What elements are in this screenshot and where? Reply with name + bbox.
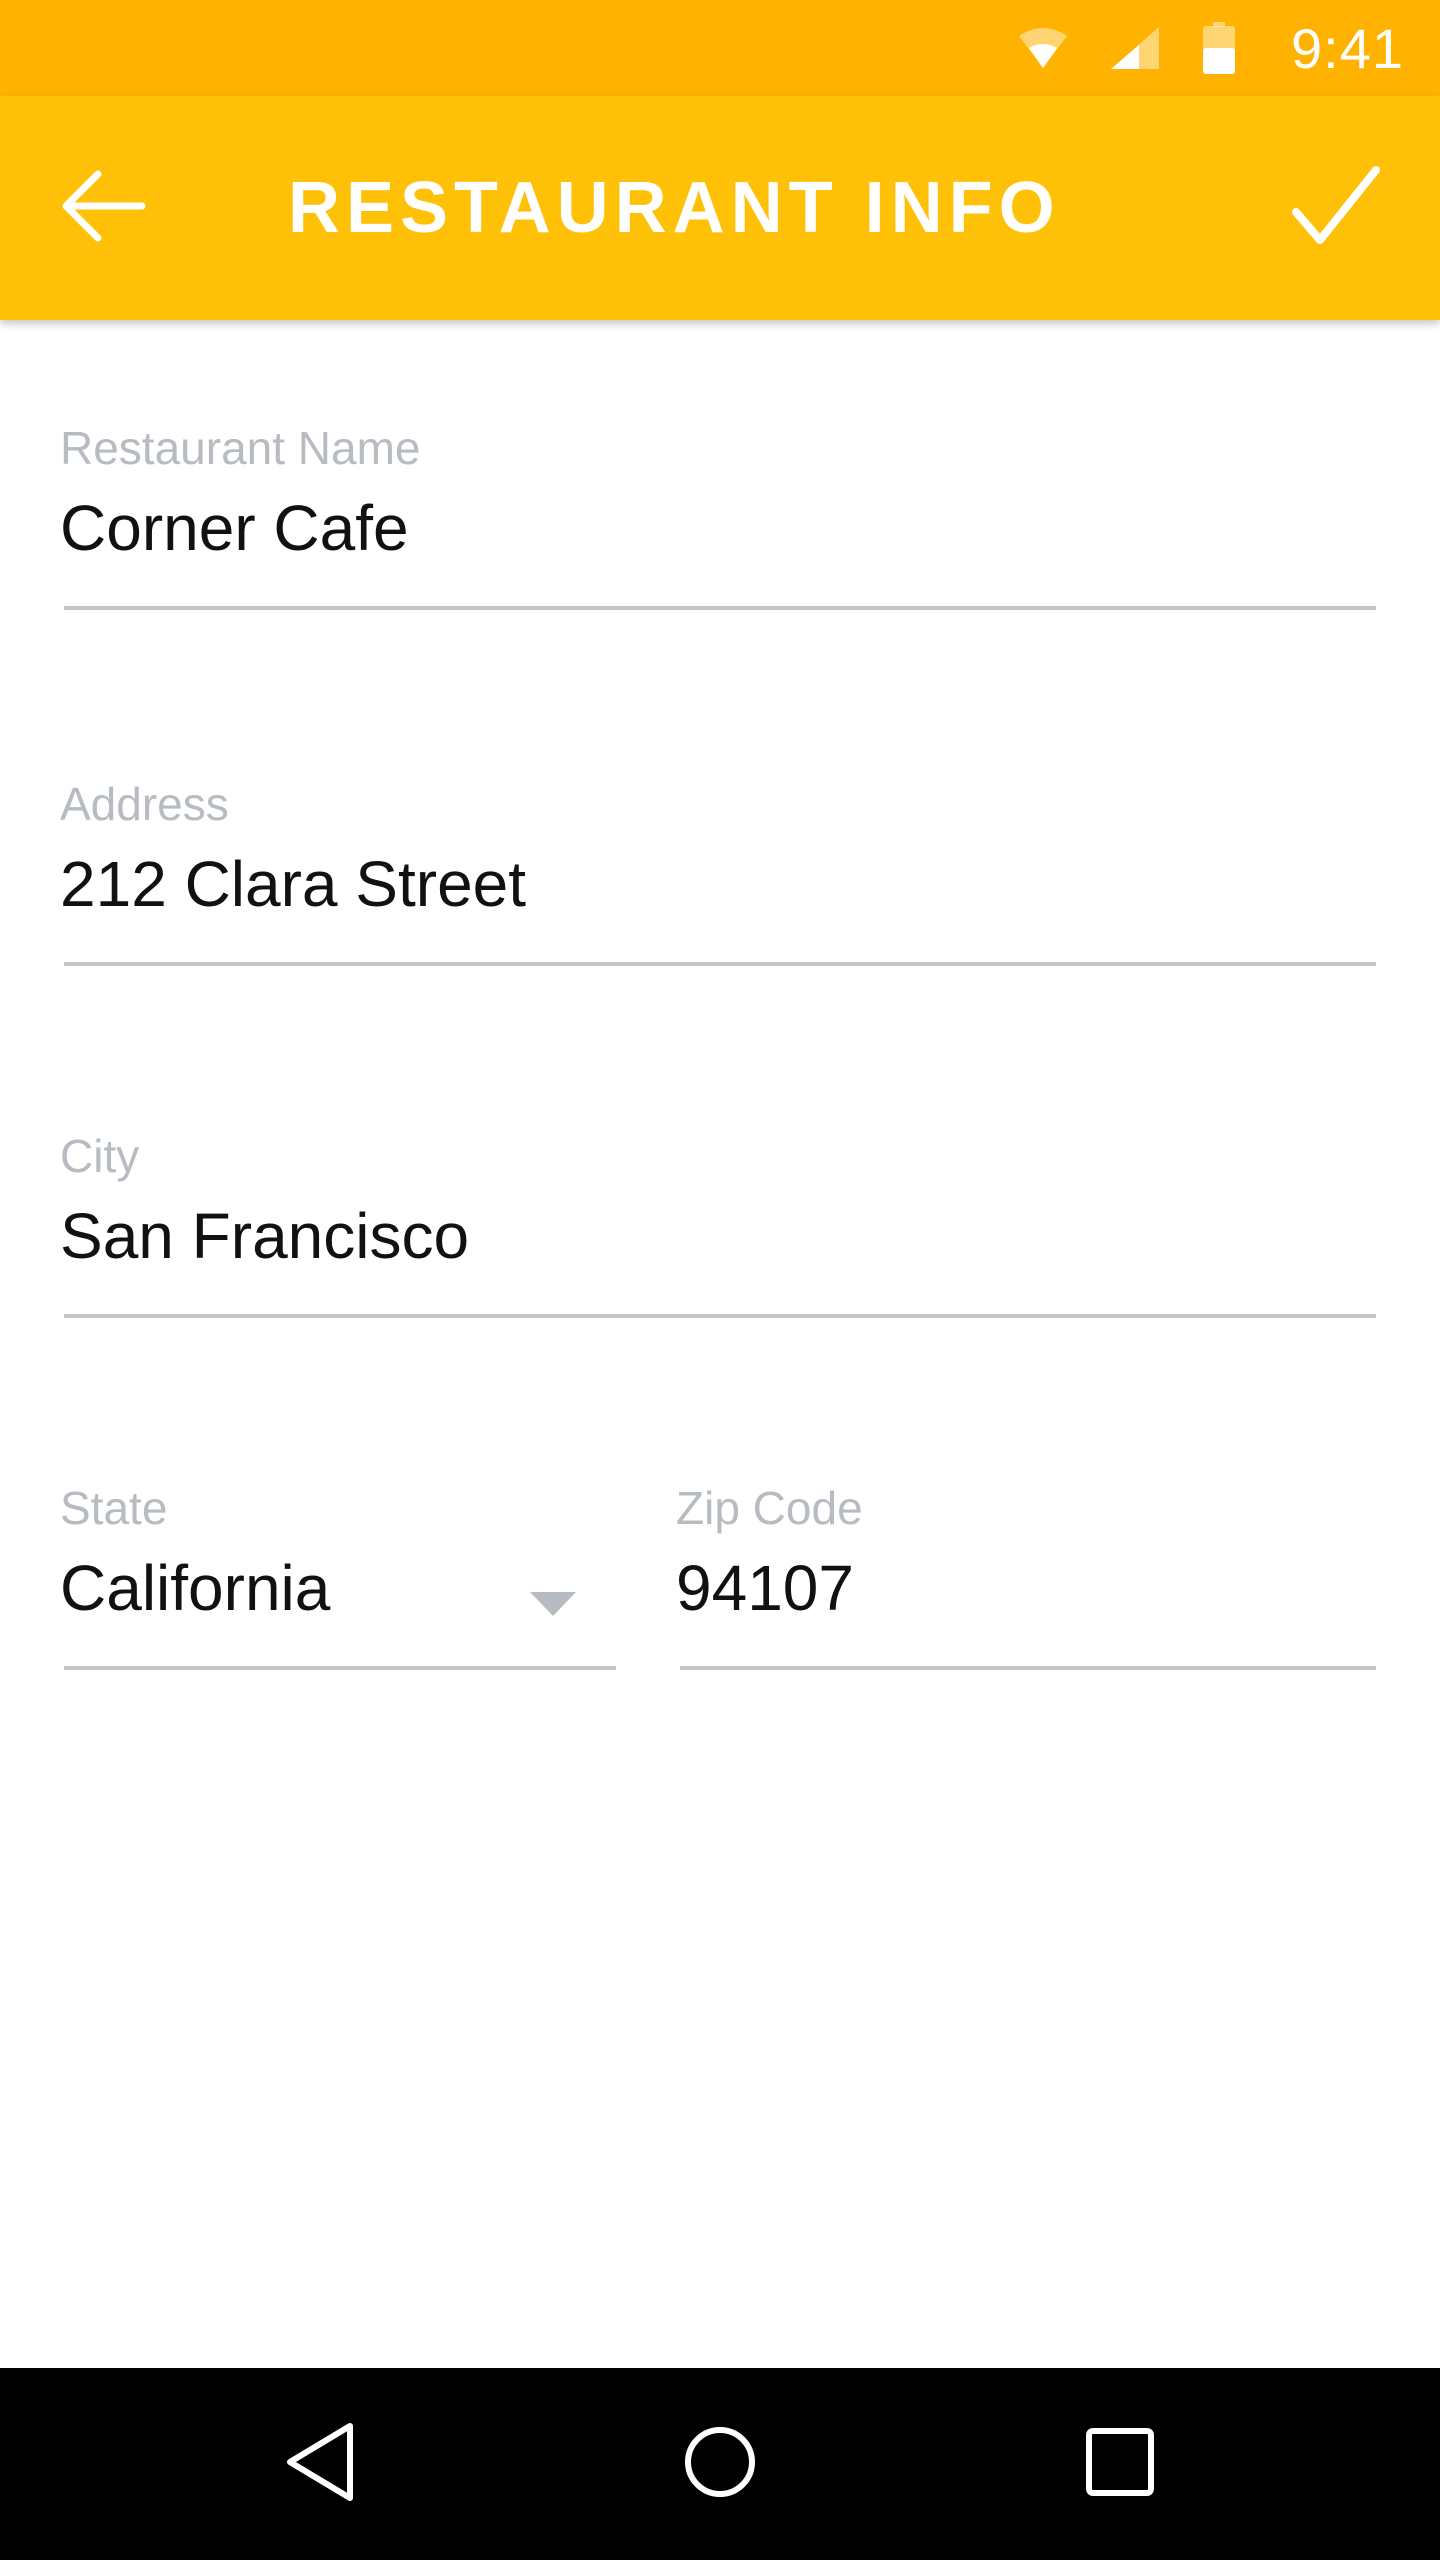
address-label: Address — [60, 778, 229, 830]
city-input[interactable] — [60, 1196, 1360, 1276]
nav-back-button[interactable] — [240, 2368, 400, 2560]
state-label: State — [60, 1482, 168, 1534]
nav-recents-button[interactable] — [1040, 2368, 1200, 2560]
state-field[interactable]: State California — [60, 1480, 620, 1660]
city-field: City — [60, 1128, 1380, 1276]
zip-code-field: Zip Code — [676, 1480, 1380, 1628]
status-time: 9:41 — [1291, 16, 1404, 80]
confirm-button[interactable] — [1280, 152, 1392, 264]
zip-code-input[interactable] — [676, 1548, 1366, 1628]
back-button[interactable] — [56, 160, 152, 256]
status-bar: 9:41 — [0, 0, 1440, 96]
restaurant-name-input[interactable] — [60, 488, 1360, 568]
city-label: City — [60, 1130, 140, 1182]
restaurant-name-field: Restaurant Name — [60, 420, 1380, 568]
system-nav-bar — [0, 2368, 1440, 2560]
restaurant-name-underline — [64, 606, 1376, 610]
app-bar: RESTAURANT INFO — [0, 96, 1440, 320]
recents-square-icon — [1085, 2427, 1155, 2502]
zip-code-underline — [680, 1666, 1376, 1670]
back-triangle-icon — [282, 2420, 358, 2509]
battery-icon — [1203, 22, 1235, 74]
wifi-icon — [1017, 26, 1069, 70]
city-underline — [64, 1314, 1376, 1318]
arrow-back-icon — [62, 170, 146, 247]
home-circle-icon — [682, 2424, 758, 2505]
dropdown-arrow-icon[interactable] — [530, 1592, 576, 1623]
address-field: Address — [60, 776, 1380, 924]
address-underline — [64, 962, 1376, 966]
state-underline — [64, 1666, 616, 1670]
cell-signal-icon — [1109, 25, 1161, 71]
status-icons: 9:41 — [1017, 0, 1404, 96]
restaurant-name-label: Restaurant Name — [60, 422, 421, 474]
page-title: RESTAURANT INFO — [288, 168, 1061, 248]
nav-home-button[interactable] — [640, 2368, 800, 2560]
address-input[interactable] — [60, 844, 1360, 924]
checkmark-icon — [1292, 165, 1380, 251]
zip-code-label: Zip Code — [676, 1482, 863, 1534]
